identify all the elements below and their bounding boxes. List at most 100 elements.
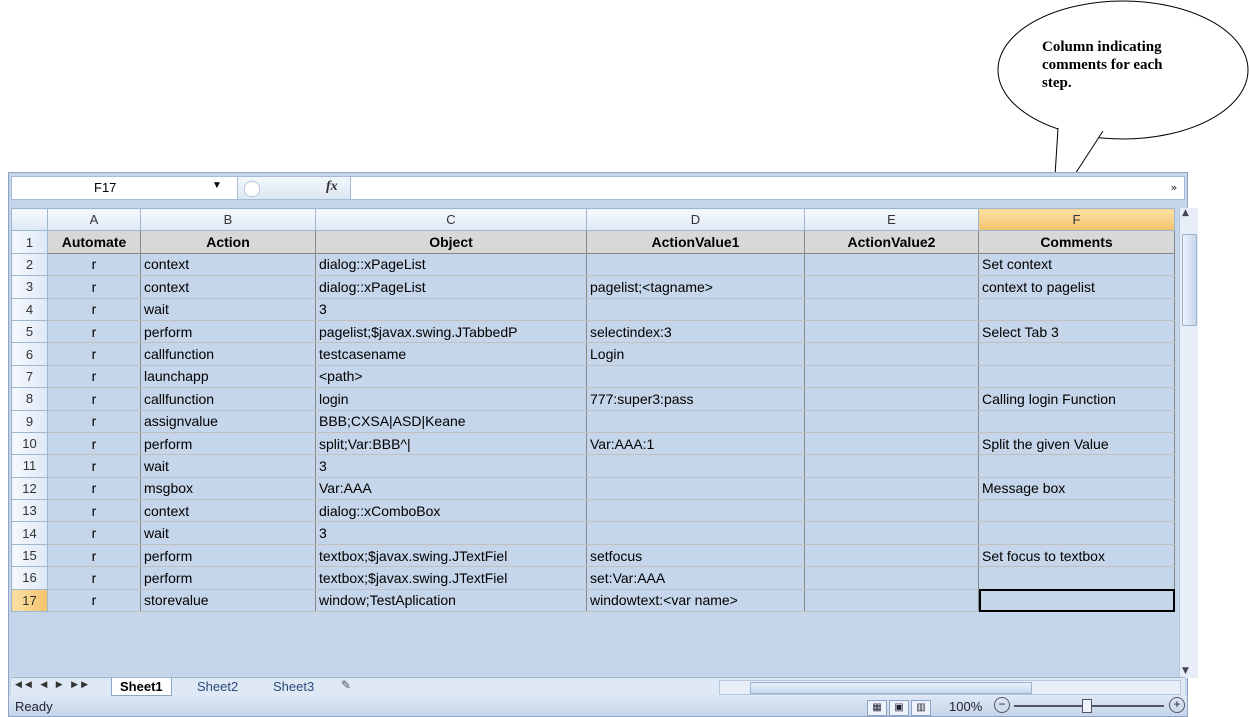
cell-automate[interactable]: r [47, 319, 141, 344]
row-header[interactable]: 1 [11, 230, 48, 254]
row-header[interactable]: 2 [11, 252, 48, 277]
cell-comments[interactable] [978, 499, 1175, 523]
zoom-level[interactable]: 100% [949, 699, 982, 714]
formula-input[interactable] [357, 180, 1157, 196]
header-cell-actionvalue1[interactable]: ActionValue1 [586, 230, 805, 254]
column-header-c[interactable]: C [315, 207, 587, 232]
cell-object[interactable]: <path> [315, 364, 587, 389]
cell-actionvalue1[interactable]: Var:AAA:1 [586, 431, 805, 456]
scroll-down-icon[interactable]: ▼ [1182, 666, 1189, 676]
cell-automate[interactable]: r [47, 297, 141, 321]
cell-action[interactable]: wait [140, 521, 316, 545]
tab-sheet3[interactable]: Sheet3 [265, 678, 322, 695]
cell-object[interactable]: dialog::xPageList [315, 252, 587, 277]
horizontal-scroll-thumb[interactable] [750, 682, 1032, 694]
cell-automate[interactable]: r [47, 409, 141, 433]
cell-automate[interactable]: r [47, 521, 141, 545]
row-header[interactable]: 14 [11, 521, 48, 545]
cell-automate[interactable]: r [47, 454, 141, 478]
cell-comments[interactable] [978, 342, 1175, 366]
cell-object[interactable]: 3 [315, 297, 587, 321]
cell-actionvalue2[interactable] [804, 364, 979, 389]
cell-action[interactable]: msgbox [140, 476, 316, 501]
cell-actionvalue1[interactable]: pagelist;<tagname> [586, 275, 805, 299]
cell-actionvalue2[interactable] [804, 342, 979, 366]
row-header[interactable]: 16 [11, 566, 48, 590]
header-cell-actionvalue2[interactable]: ActionValue2 [804, 230, 979, 254]
cell-object[interactable]: 3 [315, 454, 587, 478]
header-cell-action[interactable]: Action [140, 230, 316, 254]
cell-actionvalue2[interactable] [804, 543, 979, 568]
cell-comments[interactable]: context to pagelist [978, 275, 1175, 299]
row-header[interactable]: 3 [11, 275, 48, 299]
cell-actionvalue1[interactable]: Login [586, 342, 805, 366]
page-break-view-icon[interactable]: ▥ [911, 700, 931, 716]
horizontal-scrollbar[interactable] [719, 680, 1181, 695]
select-all-corner[interactable] [11, 207, 48, 232]
cell-actionvalue1[interactable]: windowtext:<var name> [586, 588, 805, 613]
cell-object[interactable]: testcasename [315, 342, 587, 366]
cell-actionvalue1[interactable] [586, 499, 805, 523]
header-cell-comments[interactable]: Comments [978, 230, 1175, 254]
cell-automate[interactable]: r [47, 543, 141, 568]
cell-actionvalue1[interactable]: set:Var:AAA [586, 566, 805, 590]
cell-actionvalue1[interactable] [586, 521, 805, 545]
cell-comments[interactable] [978, 588, 1175, 613]
cell-action[interactable]: perform [140, 431, 316, 456]
cell-automate[interactable]: r [47, 431, 141, 456]
header-cell-automate[interactable]: Automate [47, 230, 141, 254]
cell-action[interactable]: assignvalue [140, 409, 316, 433]
row-header[interactable]: 12 [11, 476, 48, 501]
cell-actionvalue1[interactable] [586, 364, 805, 389]
cell-action[interactable]: wait [140, 454, 316, 478]
column-header-f[interactable]: F [978, 207, 1175, 232]
cell-comments[interactable]: Set focus to textbox [978, 543, 1175, 568]
cell-object[interactable]: pagelist;$javax.swing.JTabbedP [315, 319, 587, 344]
cell-action[interactable]: launchapp [140, 364, 316, 389]
cell-comments[interactable]: Calling login Function [978, 387, 1175, 411]
cell-actionvalue2[interactable] [804, 476, 979, 501]
cell-action[interactable]: perform [140, 319, 316, 344]
cell-object[interactable]: BBB;CXSA|ASD|Keane [315, 409, 587, 433]
cell-actionvalue1[interactable]: 777:super3:pass [586, 387, 805, 411]
vertical-scrollbar[interactable]: ▲ ▼ [1179, 208, 1198, 678]
zoom-in-icon[interactable]: + [1169, 697, 1185, 713]
cell-actionvalue1[interactable]: selectindex:3 [586, 319, 805, 344]
zoom-out-icon[interactable]: − [994, 697, 1010, 713]
normal-view-icon[interactable]: ▦ [867, 700, 887, 716]
cell-comments[interactable] [978, 409, 1175, 433]
tab-sheet2[interactable]: Sheet2 [189, 678, 246, 695]
row-header[interactable]: 10 [11, 431, 48, 456]
cell-actionvalue2[interactable] [804, 566, 979, 590]
cell-comments[interactable]: Message box [978, 476, 1175, 501]
cell-automate[interactable]: r [47, 566, 141, 590]
cell-actionvalue2[interactable] [804, 297, 979, 321]
zoom-slider-thumb[interactable] [1082, 699, 1092, 713]
insert-function-button[interactable]: fx [326, 179, 338, 195]
cell-comments[interactable] [978, 566, 1175, 590]
chevron-down-icon[interactable]: ▼ [212, 180, 222, 191]
cell-comments[interactable] [978, 521, 1175, 545]
cell-actionvalue2[interactable] [804, 319, 979, 344]
row-header[interactable]: 15 [11, 543, 48, 568]
cell-automate[interactable]: r [47, 252, 141, 277]
row-header[interactable]: 7 [11, 364, 48, 389]
cell-object[interactable]: Var:AAA [315, 476, 587, 501]
cell-object[interactable]: dialog::xPageList [315, 275, 587, 299]
cell-object[interactable]: window;TestAplication [315, 588, 587, 613]
tab-navigation-icons[interactable]: ◀◀ ◀ ▶ ▶▶ [15, 679, 91, 690]
cell-actionvalue2[interactable] [804, 499, 979, 523]
cell-action[interactable]: storevalue [140, 588, 316, 613]
tab-sheet1[interactable]: Sheet1 [111, 678, 172, 696]
cell-object[interactable]: split;Var:BBB^| [315, 431, 587, 456]
cell-object[interactable]: 3 [315, 521, 587, 545]
cell-actionvalue1[interactable] [586, 252, 805, 277]
cell-actionvalue2[interactable] [804, 521, 979, 545]
cell-actionvalue2[interactable] [804, 387, 979, 411]
cell-automate[interactable]: r [47, 499, 141, 523]
cell-action[interactable]: perform [140, 543, 316, 568]
cell-actionvalue2[interactable] [804, 588, 979, 613]
cell-action[interactable]: callfunction [140, 387, 316, 411]
row-header[interactable]: 11 [11, 454, 48, 478]
cell-action[interactable]: context [140, 252, 316, 277]
